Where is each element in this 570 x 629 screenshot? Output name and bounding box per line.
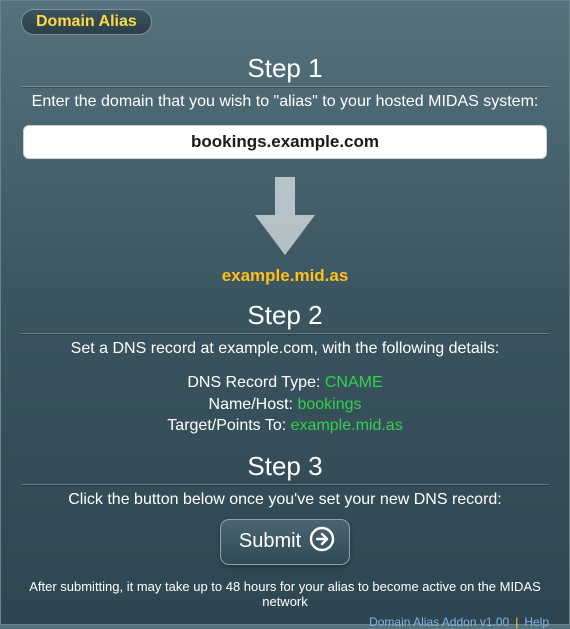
dns-name-label: Name/Host: xyxy=(209,396,293,413)
step1-subtitle: Enter the domain that you wish to "alias… xyxy=(21,93,549,111)
submit-button[interactable]: Submit xyxy=(220,519,350,565)
domain-input-wrap xyxy=(23,125,547,159)
step2-title: Step 2 xyxy=(21,300,549,334)
tab-domain-alias[interactable]: Domain Alias xyxy=(21,9,152,35)
arrow-right-circle-icon xyxy=(309,526,335,558)
separator: | xyxy=(515,615,518,629)
dns-name-value: bookings xyxy=(297,396,361,413)
footer: Domain Alias Addon v1.00 | Help xyxy=(21,615,549,629)
step2-subtitle: Set a DNS record at example.com, with th… xyxy=(21,340,549,358)
dns-record-type-label: DNS Record Type: xyxy=(187,374,320,391)
dns-record-type-value: CNAME xyxy=(325,374,383,391)
step1-title: Step 1 xyxy=(21,53,549,87)
submit-button-label: Submit xyxy=(239,530,301,553)
addon-version: Domain Alias Addon v1.00 xyxy=(369,615,509,629)
domain-input[interactable] xyxy=(23,125,547,159)
dns-details: DNS Record Type: CNAME Name/Host: bookin… xyxy=(21,372,549,437)
submit-note: After submitting, it may take up to 48 h… xyxy=(21,579,549,609)
help-link[interactable]: Help xyxy=(524,615,549,629)
dns-target-value: example.mid.as xyxy=(291,417,403,434)
target-domain-text: example.mid.as xyxy=(21,266,549,286)
dns-target-label: Target/Points To: xyxy=(167,417,286,434)
step3-subtitle: Click the button below once you've set y… xyxy=(21,491,549,509)
step3-title: Step 3 xyxy=(21,451,549,485)
arrow-down-icon xyxy=(21,177,549,262)
